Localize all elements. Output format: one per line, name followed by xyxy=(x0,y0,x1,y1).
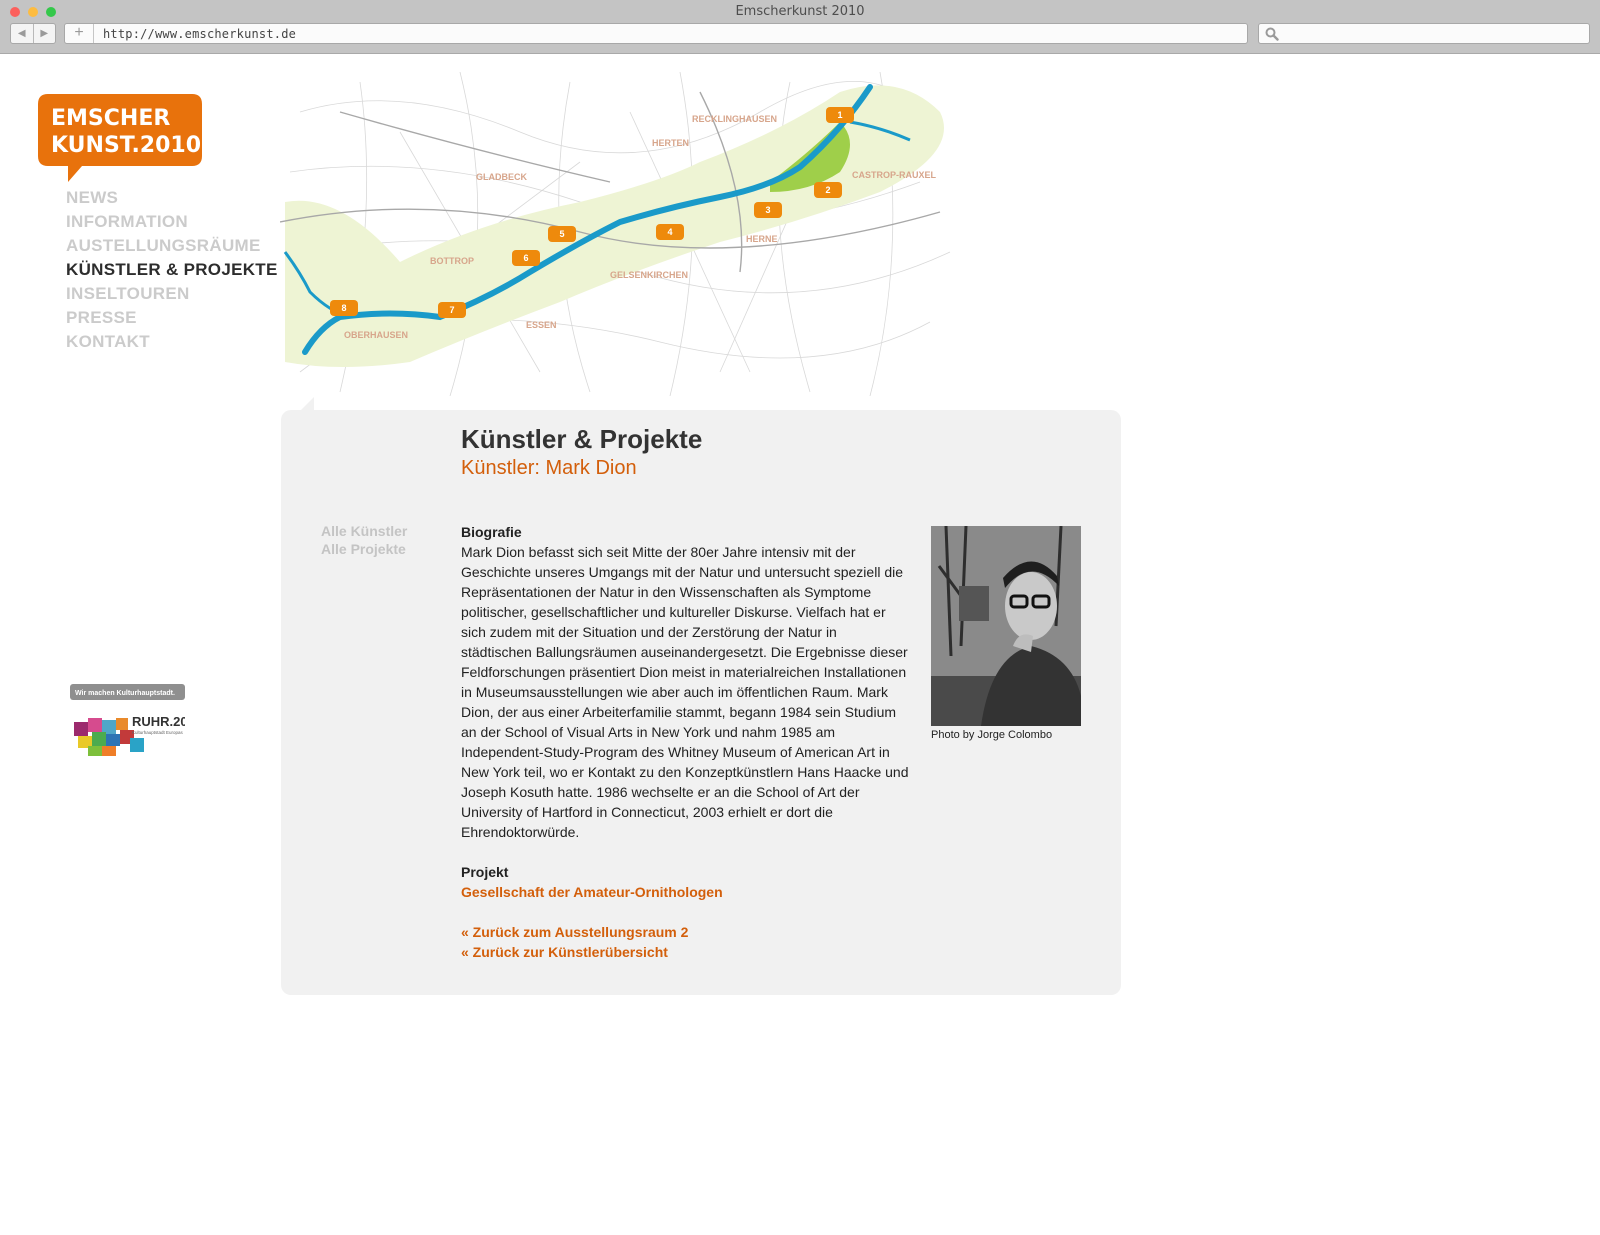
emscherkunst-logo[interactable]: EMSCHER KUNST.2010 xyxy=(38,94,202,182)
add-bookmark-icon[interactable]: + xyxy=(65,24,94,43)
address-bar[interactable]: + http://www.emscherkunst.de xyxy=(64,23,1248,44)
panel-pointer xyxy=(300,397,314,411)
nav-item-ausstellungsraeume[interactable]: AUSTELLUNGSRÄUME xyxy=(66,236,278,260)
ruhr2010-logo[interactable]: Wir machen Kulturhauptstadt. RUHR.2010 K… xyxy=(70,684,185,764)
nav-item-kuenstler-projekte[interactable]: KÜNSTLER & PROJEKTE xyxy=(66,260,278,284)
city-label: OBERHAUSEN xyxy=(344,330,408,340)
back-to-artists-link[interactable]: « Zurück zur Künstlerübersicht xyxy=(461,942,911,962)
bio-heading: Biografie xyxy=(461,524,522,540)
svg-text:1: 1 xyxy=(837,110,842,120)
map-marker-4[interactable]: 4 xyxy=(656,224,684,240)
search-input[interactable] xyxy=(1258,23,1590,44)
project-heading: Projekt xyxy=(461,864,509,880)
svg-text:4: 4 xyxy=(667,227,672,237)
city-label: HERNE xyxy=(746,234,778,244)
map-marker-2[interactable]: 2 xyxy=(814,182,842,198)
logo-line2: KUNST.2010 xyxy=(51,133,201,158)
city-label: GELSENKIRCHEN xyxy=(610,270,688,280)
page-title: Künstler & Projekte xyxy=(461,424,703,454)
ruhr-name: RUHR.2010 xyxy=(132,714,185,729)
city-label: ESSEN xyxy=(526,320,557,330)
city-label: RECKLINGHAUSEN xyxy=(692,114,777,124)
svg-text:3: 3 xyxy=(765,205,770,215)
project-link[interactable]: Gesellschaft der Amateur-Ornithologen xyxy=(461,882,911,902)
ruhr-sub: Kulturhauptstadt Europas xyxy=(132,730,184,735)
map-marker-7[interactable]: 7 xyxy=(438,302,466,318)
browser-toolbar: Emscherkunst 2010 ◀ ▶ + http://www.emsch… xyxy=(0,0,1600,54)
artist-photo xyxy=(931,526,1081,726)
emscher-region-map[interactable]: RECKLINGHAUSEN HERTEN GLADBECK CASTROP-R… xyxy=(280,72,960,396)
url-text[interactable]: http://www.emscherkunst.de xyxy=(103,27,296,41)
map-marker-3[interactable]: 3 xyxy=(754,202,782,218)
forward-button[interactable]: ▶ xyxy=(34,24,56,43)
map-marker-1[interactable]: 1 xyxy=(826,107,854,123)
nav-item-inseltouren[interactable]: INSELTOUREN xyxy=(66,284,278,308)
nav-item-presse[interactable]: PRESSE xyxy=(66,308,278,332)
biography-section: Biografie Mark Dion befasst sich seit Mi… xyxy=(461,522,911,962)
svg-text:7: 7 xyxy=(449,305,454,315)
sub-navigation: Alle Künstler Alle Projekte xyxy=(321,522,407,558)
back-to-exhibition-link[interactable]: « Zurück zum Ausstellungsraum 2 xyxy=(461,922,911,942)
svg-text:2: 2 xyxy=(825,185,830,195)
nav-item-kontakt[interactable]: KONTAKT xyxy=(66,332,278,356)
history-buttons: ◀ ▶ xyxy=(10,23,56,44)
map-marker-8[interactable]: 8 xyxy=(330,300,358,316)
all-artists-link[interactable]: Alle Künstler xyxy=(321,522,407,540)
logo-line1: EMSCHER xyxy=(51,106,170,131)
photo-caption: Photo by Jorge Colombo xyxy=(931,729,1053,741)
map-marker-6[interactable]: 6 xyxy=(512,250,540,266)
nav-item-news[interactable]: NEWS xyxy=(66,188,278,212)
back-button[interactable]: ◀ xyxy=(11,24,34,43)
ruhr-tagline: Wir machen Kulturhauptstadt. xyxy=(75,690,175,697)
svg-text:5: 5 xyxy=(559,229,564,239)
svg-text:8: 8 xyxy=(341,303,346,313)
city-label: BOTTROP xyxy=(430,256,474,266)
main-nav: NEWS INFORMATION AUSTELLUNGSRÄUME KÜNSTL… xyxy=(66,188,278,356)
search-icon xyxy=(1265,27,1279,41)
all-projects-link[interactable]: Alle Projekte xyxy=(321,540,407,558)
forward-arrow-icon: ▶ xyxy=(40,28,49,39)
bio-text: Mark Dion befasst sich seit Mitte der 80… xyxy=(461,544,909,840)
artist-subtitle: Künstler: Mark Dion xyxy=(461,457,637,479)
back-arrow-icon: ◀ xyxy=(17,28,26,39)
map-marker-5[interactable]: 5 xyxy=(548,226,576,242)
nav-item-information[interactable]: INFORMATION xyxy=(66,212,278,236)
svg-text:6: 6 xyxy=(523,253,528,263)
city-label: CASTROP-RAUXEL xyxy=(852,170,937,180)
window-title: Emscherkunst 2010 xyxy=(735,4,865,19)
city-label: HERTEN xyxy=(652,138,689,148)
city-label: GLADBECK xyxy=(476,172,527,182)
